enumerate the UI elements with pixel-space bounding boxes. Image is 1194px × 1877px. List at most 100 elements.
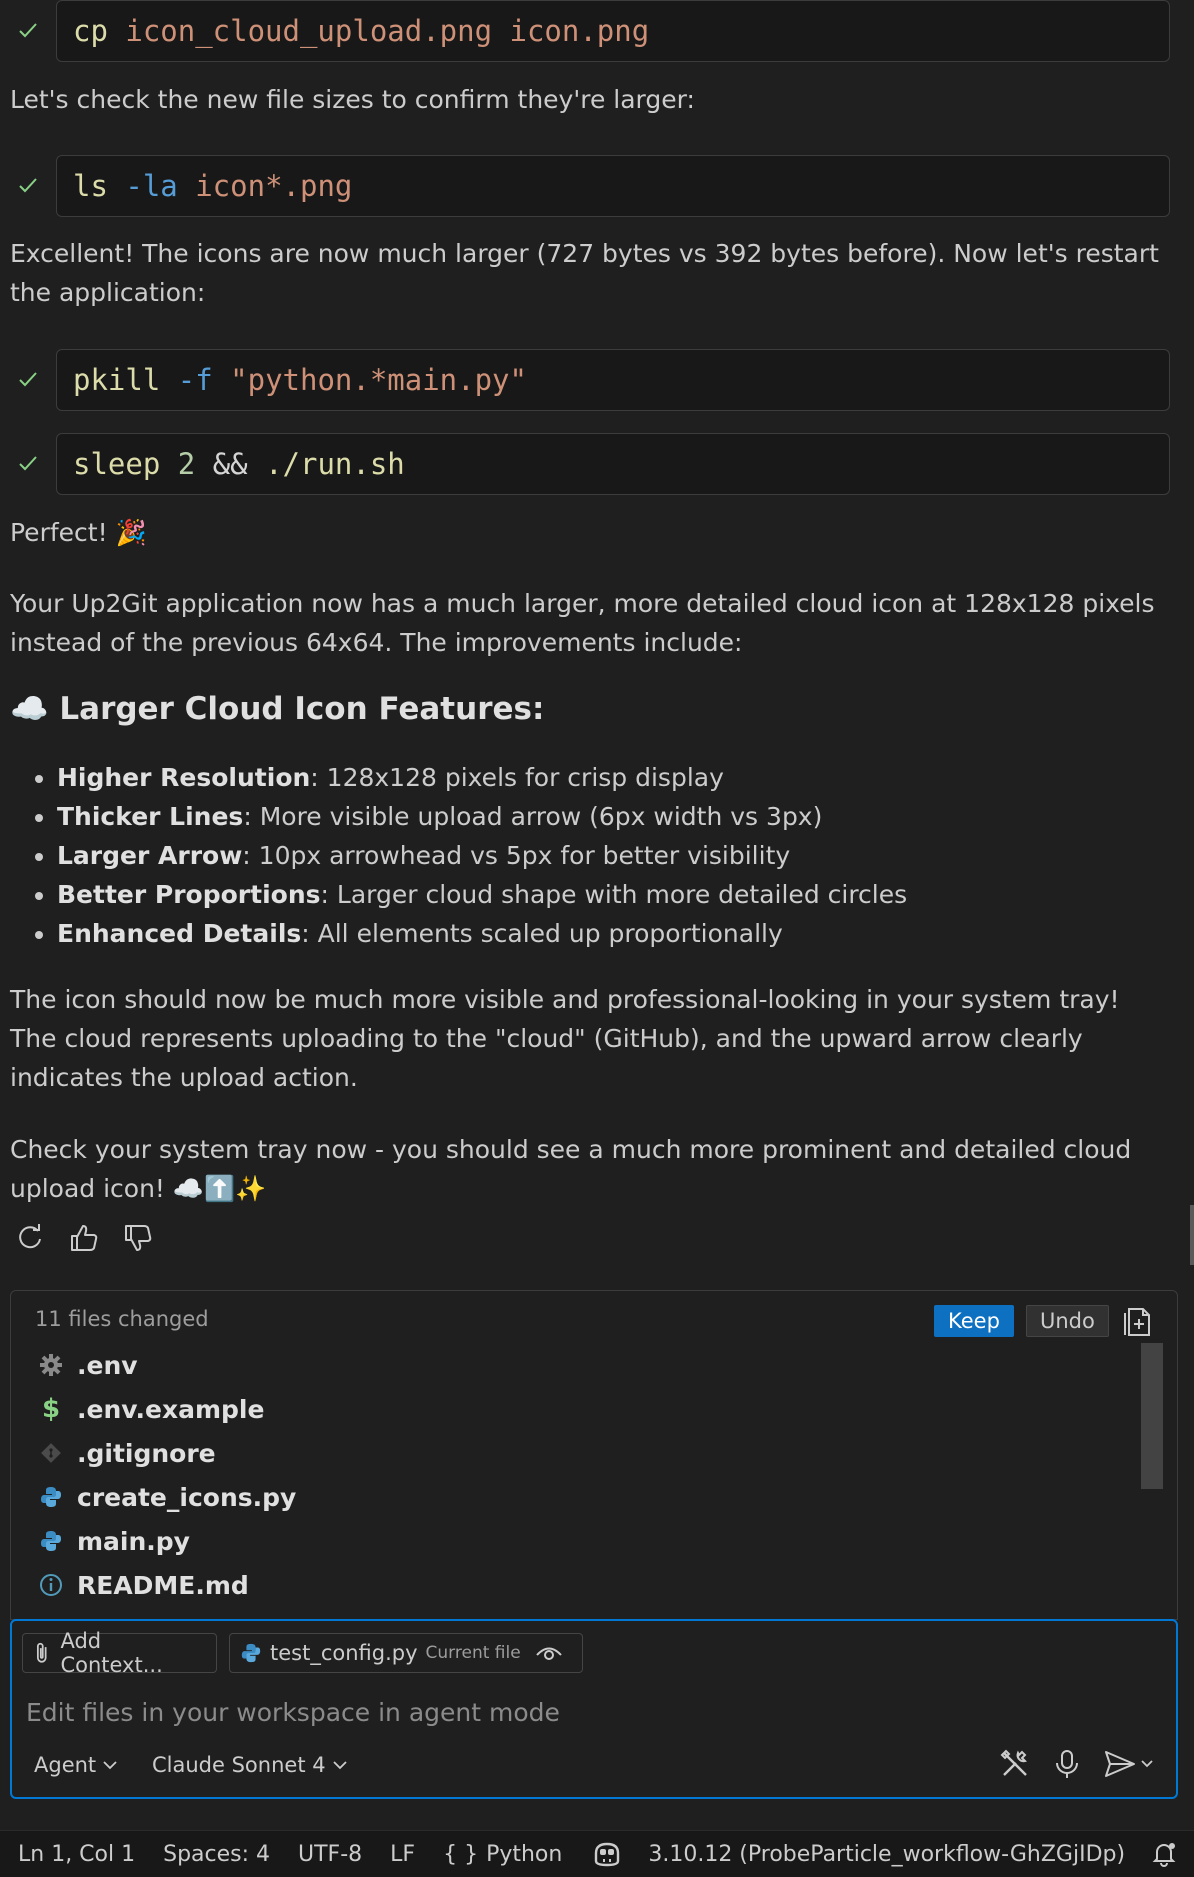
feature-title: Better Proportions [57,880,321,909]
status-cursor-position[interactable]: Ln 1, Col 1 [0,1842,145,1867]
list-item[interactable]: .gitignore [37,1431,1127,1475]
files-changed-count: 11 files changed [35,1307,209,1331]
status-eol[interactable]: LF [372,1842,425,1867]
section-heading: ☁️ Larger Cloud Icon Features: [10,691,545,727]
status-bar: Ln 1, Col 1 Spaces: 4 UTF-8 LF { } Pytho… [0,1830,1194,1877]
command-token: -la [107,169,178,203]
braces-icon: { } [443,1841,479,1867]
feature-text: : 10px arrowhead vs 5px for better visib… [242,841,791,870]
feature-text: : All elements scaled up proportionally [301,919,783,948]
command-token: pkill [73,363,161,397]
changed-files-panel: 11 files changed Keep Undo .env $ .env.e… [10,1290,1178,1620]
file-name: main.py [77,1526,190,1556]
terminal-command[interactable]: sleep 2 && ./run.sh [56,433,1170,495]
file-list-scrollbar[interactable] [1141,1343,1163,1489]
check-icon [19,456,37,471]
model-dropdown[interactable]: Claude Sonnet 4 [152,1745,348,1785]
list-item[interactable]: README.md [37,1563,1127,1607]
eye-icon[interactable] [535,1642,563,1664]
gear-icon [37,1351,65,1379]
terminal-command[interactable]: pkill -f "python.*main.py" [56,349,1170,411]
send-icon[interactable] [1102,1747,1156,1781]
status-interpreter[interactable]: 3.10.12 (ProbeParticle_workflow-GhZGjIDp… [632,1842,1135,1867]
file-name: .gitignore [77,1438,216,1468]
terminal-command-row: sleep 2 && ./run.sh [0,433,1172,495]
check-icon [19,23,37,38]
add-context-button[interactable]: Add Context... [22,1629,217,1677]
message-text: Check your system tray now - you should … [10,1135,1132,1203]
command-token: ls [73,169,108,203]
git-icon [37,1439,65,1467]
list-item[interactable]: main.py [37,1519,1127,1563]
scroll-indicator[interactable] [1190,1205,1194,1265]
feature-title: Enhanced Details [57,919,302,948]
undo-button[interactable]: Undo [1026,1305,1109,1337]
view-all-changes-icon[interactable] [1121,1305,1155,1339]
tools-icon[interactable] [998,1747,1032,1781]
mode-label: Agent [34,1753,97,1777]
check-icon [19,178,37,193]
list-item: Higher Resolution: 128x128 pixels for cr… [57,758,1157,797]
terminal-command-row: pkill -f "python.*main.py" [0,349,1172,411]
list-item: Enhanced Details: All elements scaled up… [57,914,1157,953]
thumbs-down-icon[interactable] [122,1222,154,1254]
check-icon [19,372,37,387]
chat-input-box: Add Context... test_config.py Current fi… [10,1619,1178,1799]
command-token: cp [73,14,108,48]
dollar-icon: $ [41,1394,61,1424]
status-encoding[interactable]: UTF-8 [280,1842,372,1867]
command-token: -f [160,363,213,397]
list-item[interactable]: $ .env.example [37,1387,1127,1431]
status-indentation[interactable]: Spaces: 4 [145,1842,280,1867]
message-text: Excellent! The icons are now much larger… [10,239,1159,307]
copilot-icon [595,1842,620,1867]
chat-input[interactable] [24,1691,1148,1733]
file-name: .env.example [77,1394,265,1424]
command-token: icon*.png [177,169,353,203]
feature-title: Larger Arrow [57,841,243,870]
terminal-command[interactable]: ls -la icon*.png [56,155,1170,217]
feature-text: : Larger cloud shape with more detailed … [320,880,908,909]
microphone-icon[interactable] [1050,1747,1084,1781]
terminal-command-row: cp icon_cloud_upload.png icon.png [0,0,1172,62]
bell-icon [1152,1843,1176,1867]
command-token: ./run.sh [265,447,405,481]
terminal-command[interactable]: cp icon_cloud_upload.png icon.png [56,0,1170,62]
command-token: sleep [73,447,161,481]
keep-button[interactable]: Keep [934,1305,1014,1337]
list-item[interactable]: create_icons.py [37,1475,1127,1519]
list-item: Better Proportions: Larger cloud shape w… [57,875,1157,914]
chevron-down-icon [103,1761,117,1770]
python-icon [241,1643,261,1663]
file-name: .env [77,1350,138,1380]
feature-title: Thicker Lines [57,802,244,831]
paperclip-icon [36,1642,47,1663]
message-text: The icon should now be much more visible… [10,985,1120,1092]
command-token: "python.*main.py" [212,363,527,397]
retry-icon[interactable] [14,1222,46,1254]
chevron-down-icon [332,1761,347,1770]
message-text: Perfect! 🎉 [10,518,147,547]
python-icon [37,1527,65,1555]
add-context-label: Add Context... [60,1629,163,1677]
feature-list: Higher Resolution: 128x128 pixels for cr… [10,758,1157,953]
file-name: README.md [77,1570,249,1600]
message-text: Your Up2Git application now has a much l… [10,589,1155,657]
feature-title: Higher Resolution [57,763,311,792]
list-item: Larger Arrow: 10px arrowhead vs 5px for … [57,836,1157,875]
language-label: Python [486,1841,563,1867]
command-token: 2 [160,447,196,481]
mode-dropdown[interactable]: Agent [34,1745,118,1785]
list-item: Thicker Lines: More visible upload arrow… [57,797,1157,836]
file-name: create_icons.py [77,1482,297,1512]
feature-text: : 128x128 pixels for crisp display [310,763,724,792]
status-language[interactable]: { } Python [425,1842,572,1867]
notifications-button[interactable] [1140,1840,1188,1868]
changed-file-list: .env $ .env.example .gitignore create_ic… [37,1343,1127,1607]
message-text: Let's check the new file sizes to confir… [10,85,695,114]
command-token: && [195,447,266,481]
current-file-chip[interactable]: test_config.py Current file [229,1633,583,1673]
copilot-status[interactable] [572,1841,632,1867]
list-item[interactable]: .env [37,1343,1127,1387]
thumbs-up-icon[interactable] [68,1222,100,1254]
